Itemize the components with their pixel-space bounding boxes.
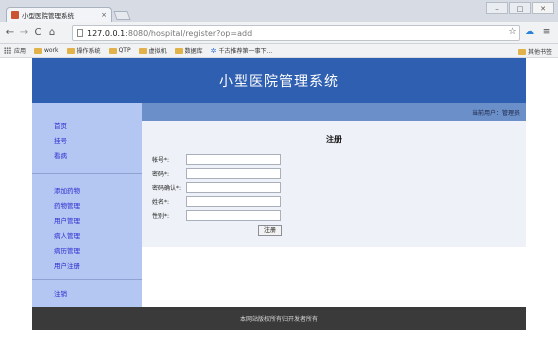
cloud-extension-icon[interactable]: ☁ <box>524 27 535 38</box>
account-row: 帐号*: <box>152 154 281 165</box>
bookmark-page-icon[interactable]: ☆ <box>507 27 518 38</box>
address-bar[interactable]: 127.0.0.1:8080/hospital/register?op=add <box>72 25 520 41</box>
folder-icon <box>108 47 117 54</box>
sidebar-item-medicine-management[interactable]: 药物管理 <box>54 199 142 214</box>
web-page: 小型医院管理系统 首页 挂号 看病 添加药物 药物管理 用户管理 病人管理 病历… <box>32 58 526 330</box>
bookmark-label: QTP <box>118 47 131 54</box>
site-footer: 本网站版权所有归开发者所有 <box>32 307 526 330</box>
url-path: :8080/hospital/register?op=add <box>125 28 253 38</box>
folder-icon <box>517 48 526 55</box>
minimize-icon[interactable]: – <box>486 2 508 14</box>
page-info-icon[interactable] <box>77 29 83 37</box>
sidebar-group-logout: 注销 <box>32 280 142 302</box>
sidebar-group-admin: 添加药物 药物管理 用户管理 病人管理 病历管理 用户注册 <box>32 174 142 274</box>
other-bookmarks[interactable]: 其他书签 <box>517 47 552 56</box>
register-panel: 注册 帐号*: 密码*: 密码确认*: 姓名*: 性别*: <box>142 121 526 247</box>
folder-icon <box>34 47 43 54</box>
sidebar-item-consult[interactable]: 看病 <box>54 149 142 164</box>
register-button[interactable]: 注册 <box>258 225 282 236</box>
site-title: 小型医院管理系统 <box>219 73 339 90</box>
home-icon[interactable]: ⌂ <box>46 26 58 40</box>
sidebar-item-user-management[interactable]: 用户管理 <box>54 214 142 229</box>
name-label: 姓名*: <box>152 199 170 206</box>
folder-icon <box>66 47 75 54</box>
bookmark-label: 操作系统 <box>76 48 101 55</box>
bookmark-db[interactable]: 数据库 <box>174 46 203 55</box>
browser-tab[interactable]: 小型医院管理系统 × <box>6 7 112 22</box>
password-input[interactable] <box>186 168 281 179</box>
bookmark-apps[interactable]: 应用 <box>4 46 26 55</box>
bookmark-label: work <box>44 47 59 54</box>
password-row: 密码*: <box>152 168 281 179</box>
sidebar: 首页 挂号 看病 添加药物 药物管理 用户管理 病人管理 病历管理 用户注册 注… <box>32 103 142 307</box>
browser-tab-bar: 小型医院管理系统 × 文本 – □ ✕ <box>0 0 558 22</box>
bookmark-label: 千古推荐第一事下... <box>218 48 273 55</box>
name-row: 姓名*: <box>152 196 281 207</box>
url-text: 127.0.0.1:8080/hospital/register?op=add <box>87 29 252 38</box>
maximize-icon[interactable]: □ <box>509 2 531 14</box>
name-input[interactable] <box>186 196 281 207</box>
bookmark-label: 数据库 <box>184 48 203 55</box>
bookmarks-bar: 应用 work 操作系统 QTP 虚拟机 数据库 ✲ 千古推荐第一事下... 其他… <box>0 44 558 58</box>
sidebar-item-patient-management[interactable]: 病人管理 <box>54 229 142 244</box>
browser-toolbar: ← → C ⌂ 127.0.0.1:8080/hospital/register… <box>0 22 558 44</box>
site-banner: 小型医院管理系统 <box>32 58 526 103</box>
sidebar-group-main: 首页 挂号 看病 <box>32 103 142 164</box>
password-label: 密码*: <box>152 171 170 178</box>
bookmark-work[interactable]: work <box>34 47 59 54</box>
password-confirm-input[interactable] <box>186 182 281 193</box>
tab-close-icon[interactable]: × <box>101 11 107 19</box>
window-controls: – □ ✕ <box>486 2 554 14</box>
bookmark-qtp[interactable]: QTP <box>108 47 131 54</box>
menu-icon[interactable]: ≡ <box>541 27 552 38</box>
sidebar-item-register[interactable]: 挂号 <box>54 134 142 149</box>
tab-title: 小型医院管理系统 <box>22 12 74 20</box>
gender-label: 性别*: <box>152 213 170 220</box>
bookmark-label: 虚拟机 <box>148 48 167 55</box>
new-tab-button[interactable] <box>113 11 131 20</box>
password-confirm-label: 密码确认*: <box>152 185 182 192</box>
other-bookmarks-label: 其他书签 <box>527 49 552 56</box>
account-input[interactable] <box>186 154 281 165</box>
password-confirm-row: 密码确认*: <box>152 182 281 193</box>
sidebar-item-record-management[interactable]: 病历管理 <box>54 244 142 259</box>
gender-input[interactable] <box>186 210 281 221</box>
back-icon[interactable]: ← <box>4 26 16 40</box>
toolbar-extensions: ☆ ☁ ≡ <box>507 27 552 38</box>
sidebar-item-user-registration[interactable]: 用户注册 <box>54 259 142 274</box>
reload-icon[interactable]: C <box>32 26 44 40</box>
apps-icon <box>4 47 11 54</box>
url-host: 127.0.0.1 <box>87 28 126 38</box>
forward-icon[interactable]: → <box>18 26 30 40</box>
bookmark-star-icon: ✲ <box>210 46 217 55</box>
form-title: 注册 <box>326 135 342 144</box>
bookmark-link[interactable]: ✲ 千古推荐第一事下... <box>210 46 273 56</box>
gender-row: 性别*: <box>152 210 281 221</box>
close-window-icon[interactable]: ✕ <box>532 2 554 14</box>
page-favicon-icon <box>11 11 19 19</box>
current-user-label: 当前用户：管理员 <box>471 109 520 117</box>
bookmark-os[interactable]: 操作系统 <box>66 46 101 55</box>
sidebar-item-add-medicine[interactable]: 添加药物 <box>54 184 142 199</box>
bookmark-vm[interactable]: 虚拟机 <box>138 46 167 55</box>
footer-text: 本网站版权所有归开发者所有 <box>239 316 318 323</box>
folder-icon <box>138 47 147 54</box>
bookmark-label: 应用 <box>14 48 27 55</box>
sidebar-item-home[interactable]: 首页 <box>54 119 142 134</box>
user-bar: 当前用户：管理员 <box>142 103 526 121</box>
sidebar-item-logout[interactable]: 注销 <box>54 287 142 302</box>
folder-icon <box>174 47 183 54</box>
account-label: 帐号*: <box>152 157 170 164</box>
